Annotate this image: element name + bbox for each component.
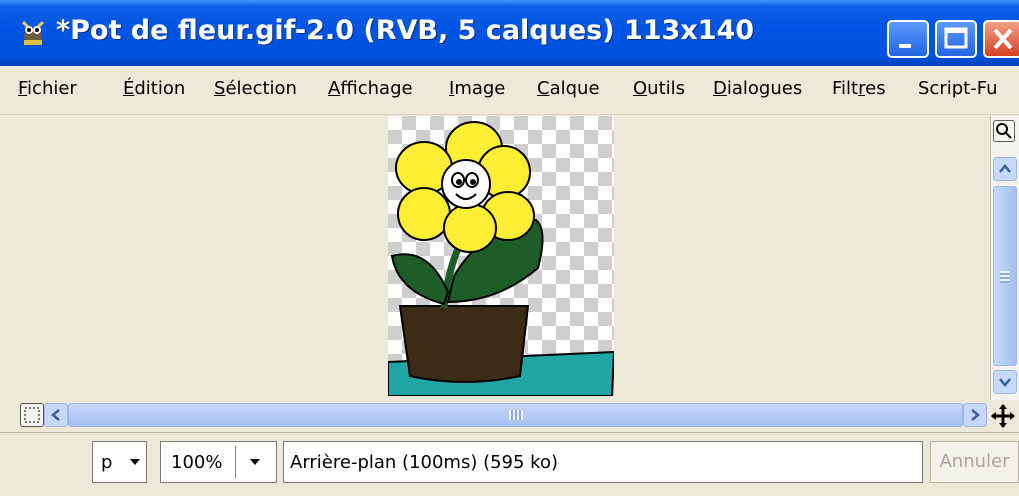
menu-bar: Fichier Édition Sélection Affichage Imag… — [0, 66, 1019, 115]
gimp-wilber-icon — [21, 20, 45, 45]
navigate-icon — [24, 407, 40, 423]
scroll-left-icon[interactable] — [44, 403, 68, 427]
maximize-icon — [944, 27, 968, 49]
menu-script-fu[interactable]: Script-Fu — [918, 78, 997, 99]
flower-pot-image — [388, 121, 614, 396]
navigate-button[interactable] — [20, 403, 44, 427]
unit-value: p — [101, 452, 113, 473]
zoom-toggle-button[interactable] — [993, 120, 1015, 142]
unit-selector[interactable]: p — [92, 441, 147, 483]
menu-selection[interactable]: Sélection — [214, 78, 297, 99]
status-message: Arrière-plan (100ms) (595 ko) — [283, 441, 923, 483]
menu-calque[interactable]: Calque — [537, 78, 600, 99]
image-canvas[interactable] — [388, 116, 614, 396]
petal-bottom — [443, 203, 497, 253]
window-title: *Pot de fleur.gif-2.0 (RVB, 5 calques) 1… — [56, 15, 755, 46]
menu-image[interactable]: Image — [449, 78, 505, 99]
chevron-down-icon — [250, 459, 260, 465]
menu-fichier[interactable]: Fichier — [18, 78, 77, 99]
scroll-down-icon[interactable] — [993, 370, 1017, 394]
vertical-scroll-thumb[interactable] — [993, 186, 1017, 366]
leaf-left — [390, 253, 450, 306]
menu-dialogues[interactable]: Dialogues — [713, 78, 802, 99]
menu-outils[interactable]: Outils — [633, 78, 685, 99]
title-bar[interactable]: *Pot de fleur.gif-2.0 (RVB, 5 calques) 1… — [0, 0, 1019, 66]
zoom-selector[interactable]: 100% — [160, 441, 277, 483]
maximize-button[interactable] — [935, 20, 977, 58]
menu-edition[interactable]: Édition — [123, 78, 185, 99]
close-icon — [993, 28, 1013, 50]
scroll-right-icon[interactable] — [963, 403, 987, 427]
menu-filtres[interactable]: Filtres — [832, 78, 886, 99]
minimize-button[interactable] — [887, 20, 929, 58]
status-text: Arrière-plan (100ms) (595 ko) — [290, 452, 558, 473]
cancel-button[interactable]: Annuler — [930, 441, 1019, 483]
menu-affichage[interactable]: Affichage — [328, 78, 413, 99]
chevron-down-icon — [130, 459, 140, 465]
scroll-up-icon[interactable] — [993, 157, 1017, 181]
close-button[interactable] — [983, 20, 1019, 58]
horizontal-scroll-thumb[interactable] — [68, 403, 963, 427]
pot-shape — [398, 305, 530, 383]
zoom-value: 100% — [171, 452, 223, 473]
move-icon[interactable] — [990, 403, 1016, 429]
minimize-icon — [899, 44, 911, 48]
petal-left-bottom — [397, 187, 451, 241]
magnifier-icon — [996, 123, 1012, 139]
